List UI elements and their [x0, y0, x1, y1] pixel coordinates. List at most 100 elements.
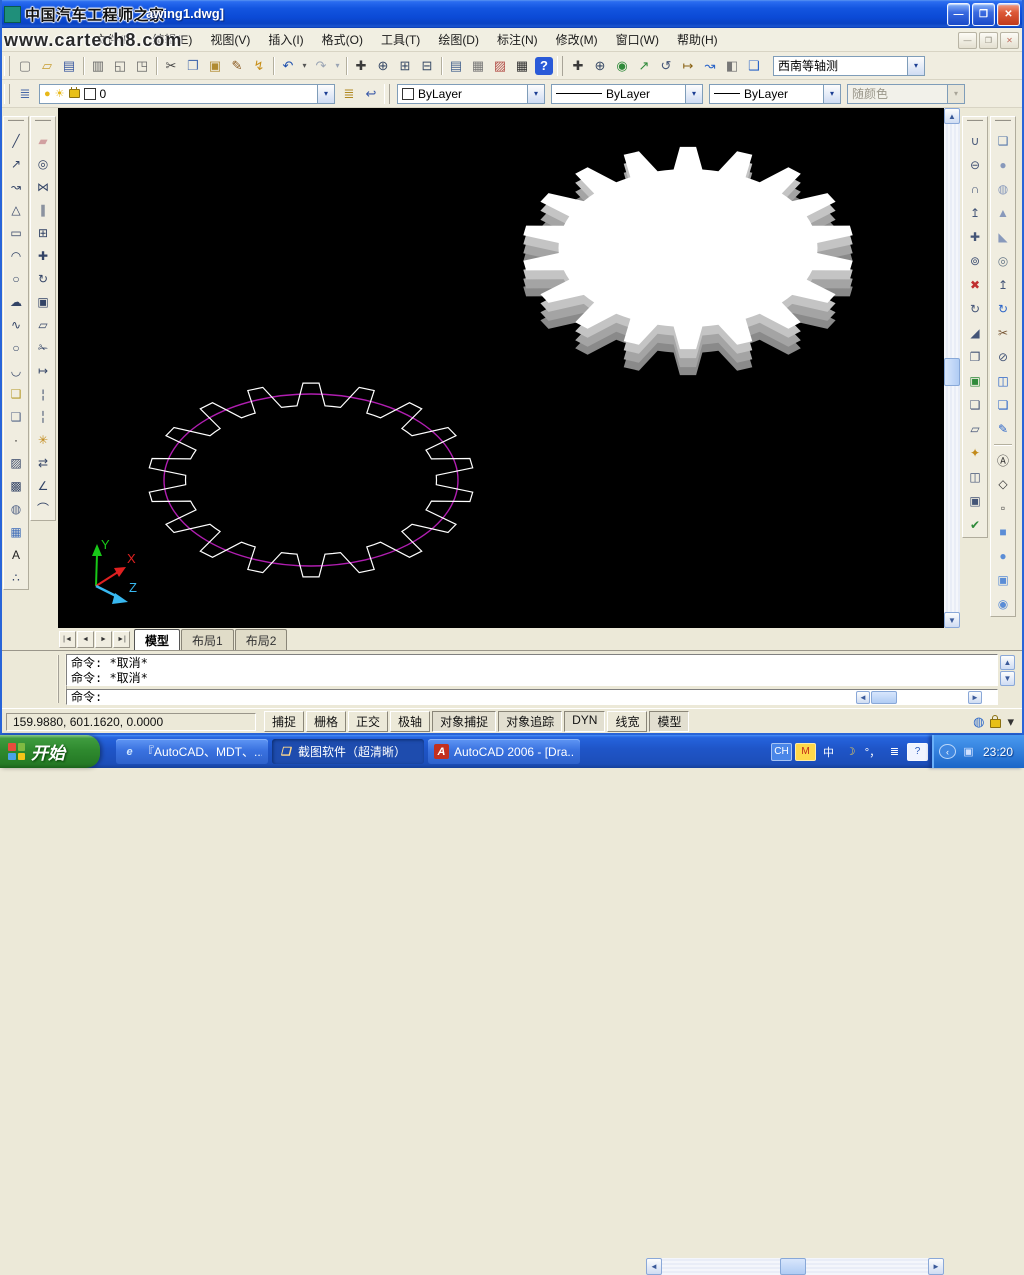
- toolbar-grip[interactable]: [384, 84, 390, 104]
- toolbar-grip[interactable]: [4, 56, 10, 76]
- make-object-layer-current-icon[interactable]: ≣: [338, 83, 360, 105]
- command-scroll-right-icon[interactable]: ►: [968, 691, 982, 704]
- flat-shaded-icon[interactable]: ■: [991, 520, 1015, 544]
- redo-icon[interactable]: ↷: [310, 55, 332, 77]
- make-block-icon[interactable]: ❑: [4, 405, 28, 428]
- move-faces-icon[interactable]: ✚: [963, 225, 987, 249]
- chevron-down-icon[interactable]: ▾: [685, 85, 702, 103]
- layer-combo[interactable]: ● ☀ 0 ▾: [39, 84, 335, 104]
- zoom-object-icon[interactable]: ◉: [611, 55, 633, 77]
- toolbar-grip[interactable]: [967, 119, 983, 127]
- cone-icon[interactable]: ▲: [991, 201, 1015, 225]
- mdi-close-button[interactable]: ✕: [1000, 32, 1019, 49]
- erase-icon[interactable]: ▰: [31, 129, 55, 152]
- rotate-icon[interactable]: ↻: [31, 267, 55, 290]
- undo-icon[interactable]: ↶: [277, 55, 299, 77]
- help-center-icon[interactable]: ?: [907, 743, 928, 761]
- status-toggle-dyn[interactable]: DYN: [564, 711, 605, 732]
- check-icon[interactable]: ✔: [963, 513, 987, 537]
- construction-line-icon[interactable]: ↗: [4, 152, 28, 175]
- circle-icon[interactable]: ○: [4, 267, 28, 290]
- status-toggle-ortho[interactable]: 正交: [348, 711, 388, 732]
- trim-icon[interactable]: ✁: [31, 336, 55, 359]
- line-icon[interactable]: ╱: [4, 129, 28, 152]
- status-menu-arrow-icon[interactable]: ▾: [1007, 714, 1014, 730]
- chevron-down-icon[interactable]: ▾: [823, 85, 840, 103]
- zoom-window-icon[interactable]: ⊞: [394, 55, 416, 77]
- break-at-point-icon[interactable]: ¦: [31, 382, 55, 405]
- layer-properties-manager-icon[interactable]: ≣: [14, 83, 36, 105]
- layer-on-icon[interactable]: ●: [44, 88, 51, 100]
- tab-first-icon[interactable]: |◄: [59, 631, 76, 648]
- view-combo[interactable]: 西南等轴测 ▾: [773, 56, 925, 76]
- menu-item-10[interactable]: 帮助(H): [668, 28, 727, 51]
- scroll-down-icon[interactable]: ▼: [944, 612, 960, 628]
- scale-icon[interactable]: ▣: [31, 290, 55, 313]
- polyline-icon[interactable]: ↝: [4, 175, 28, 198]
- command-history[interactable]: 命令: *取消*命令: *取消*: [66, 654, 998, 686]
- open-file-icon[interactable]: ▱: [36, 55, 58, 77]
- tab-next-icon[interactable]: ►: [95, 631, 112, 648]
- mdi-minimize-button[interactable]: —: [958, 32, 977, 49]
- adjust-clip-icon[interactable]: ◧: [721, 55, 743, 77]
- distance-icon[interactable]: ↦: [677, 55, 699, 77]
- table-icon[interactable]: ▦: [4, 520, 28, 543]
- flat-shaded-edges-icon[interactable]: ▣: [991, 568, 1015, 592]
- clock[interactable]: 23:20: [983, 745, 1013, 759]
- tab-last-icon[interactable]: ►|: [113, 631, 130, 648]
- chevron-down-icon[interactable]: ▾: [527, 85, 544, 103]
- fillet-icon[interactable]: ⌒: [31, 497, 55, 520]
- gradient-icon[interactable]: ▩: [4, 474, 28, 497]
- menu-item-4[interactable]: 格式(O): [313, 28, 372, 51]
- arc-icon[interactable]: ◠: [4, 244, 28, 267]
- command-scroll-up-icon[interactable]: ▲: [1000, 655, 1015, 670]
- redo-drop-icon[interactable]: ▾: [332, 55, 343, 77]
- status-toggle-osnap[interactable]: 对象捕捉: [432, 711, 496, 732]
- offset-icon[interactable]: ∥: [31, 198, 55, 221]
- tab-prev-icon[interactable]: ◄: [77, 631, 94, 648]
- vertical-scroll-thumb[interactable]: [944, 358, 960, 386]
- scroll-left-icon[interactable]: ◄: [646, 1258, 662, 1275]
- mdi-restore-button[interactable]: ❐: [979, 32, 998, 49]
- join-icon[interactable]: ⇄: [31, 451, 55, 474]
- slice-icon[interactable]: ✂: [991, 321, 1015, 345]
- 2d-wireframe-icon[interactable]: Ⓐ: [991, 448, 1015, 472]
- copy-faces-icon[interactable]: ❐: [963, 345, 987, 369]
- polygon-icon[interactable]: △: [4, 198, 28, 221]
- ime-moon-icon[interactable]: ☽: [841, 744, 860, 760]
- torus-icon[interactable]: ◎: [991, 249, 1015, 273]
- zoom-previous-icon[interactable]: ⊟: [416, 55, 438, 77]
- command-scroll-thumb[interactable]: [871, 691, 897, 704]
- extrude-faces-icon[interactable]: ↥: [963, 201, 987, 225]
- status-toggle-lwt[interactable]: 线宽: [607, 711, 647, 732]
- setup-profile-icon[interactable]: ✎: [991, 417, 1015, 441]
- layer-lock-icon[interactable]: [69, 89, 80, 98]
- menu-item-8[interactable]: 修改(M): [547, 28, 607, 51]
- chevron-down-icon[interactable]: ▾: [317, 85, 334, 103]
- break-icon[interactable]: ╎: [31, 405, 55, 428]
- gouraud-shaded-icon[interactable]: ●: [991, 544, 1015, 568]
- separate-icon[interactable]: ◫: [963, 465, 987, 489]
- shell-icon[interactable]: ▣: [963, 489, 987, 513]
- tool-palettes-icon[interactable]: ▨: [489, 55, 511, 77]
- divide-icon[interactable]: ∴: [4, 566, 28, 589]
- revolve-icon[interactable]: ↻: [991, 297, 1015, 321]
- imprint-icon[interactable]: ▱: [963, 417, 987, 441]
- mtext-icon[interactable]: A: [4, 543, 28, 566]
- point-icon[interactable]: ·: [4, 428, 28, 451]
- copy-edges-icon[interactable]: ❏: [963, 393, 987, 417]
- 3d-wireframe-icon[interactable]: ◇: [991, 472, 1015, 496]
- offset-faces-icon[interactable]: ⊚: [963, 249, 987, 273]
- subtract-icon[interactable]: ⊖: [963, 153, 987, 177]
- hide-icons-chevron-icon[interactable]: ‹: [939, 744, 956, 759]
- save-icon[interactable]: ▤: [58, 55, 80, 77]
- ime-pinyin-icon[interactable]: M: [795, 743, 816, 761]
- minimize-button[interactable]: —: [947, 3, 970, 26]
- restore-button[interactable]: ❐: [972, 3, 995, 26]
- cut-icon[interactable]: ✂: [160, 55, 182, 77]
- hatch-icon[interactable]: ▨: [4, 451, 28, 474]
- insert-block-icon[interactable]: ❑: [4, 382, 28, 405]
- new-file-icon[interactable]: ▢: [14, 55, 36, 77]
- menu-item-9[interactable]: 窗口(W): [607, 28, 668, 51]
- tab-布局1[interactable]: 布局1: [181, 629, 234, 652]
